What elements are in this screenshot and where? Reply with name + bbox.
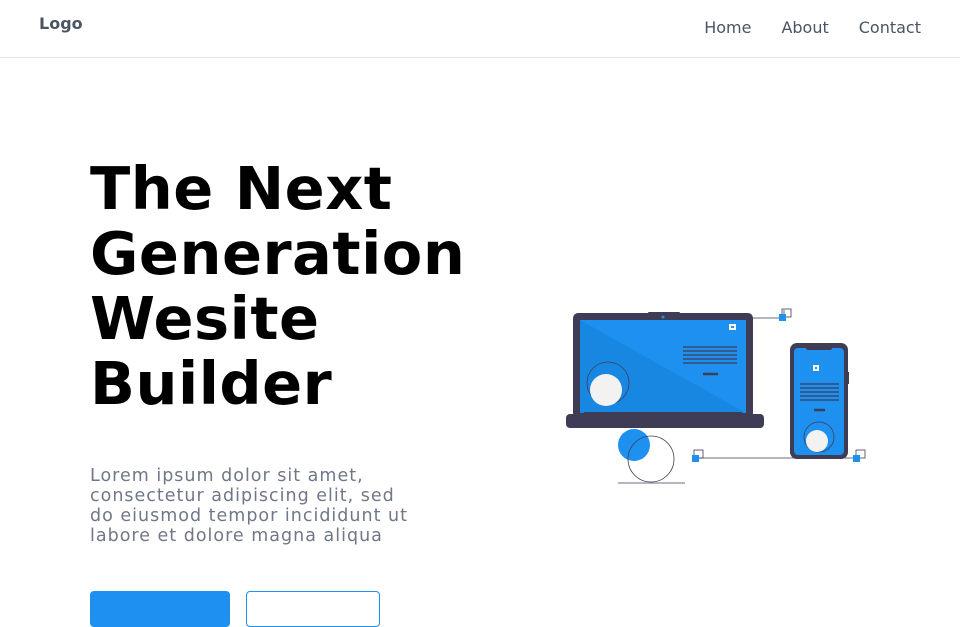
nav-link-contact[interactable]: Contact [859,18,921,37]
nav-link-home[interactable]: Home [704,18,751,37]
nav-link-about[interactable]: About [781,18,828,37]
connector-node [853,455,860,462]
connector-node [692,455,699,462]
laptop-and-phone-illustration [566,308,866,484]
logo[interactable]: Logo [39,14,83,33]
navbar: Logo Home About Contact [0,0,960,58]
hero-title: The Next Generation Wesite Builder [90,154,466,418]
secondary-cta-button[interactable] [246,591,380,627]
laptop-icon [566,312,764,483]
nav-links: Home About Contact [704,18,921,37]
phone-icon [790,343,849,459]
hero-description: Lorem ipsum dolor sit amet, consectetur … [90,466,408,546]
primary-cta-button[interactable] [90,591,230,627]
connector-node [779,314,786,321]
